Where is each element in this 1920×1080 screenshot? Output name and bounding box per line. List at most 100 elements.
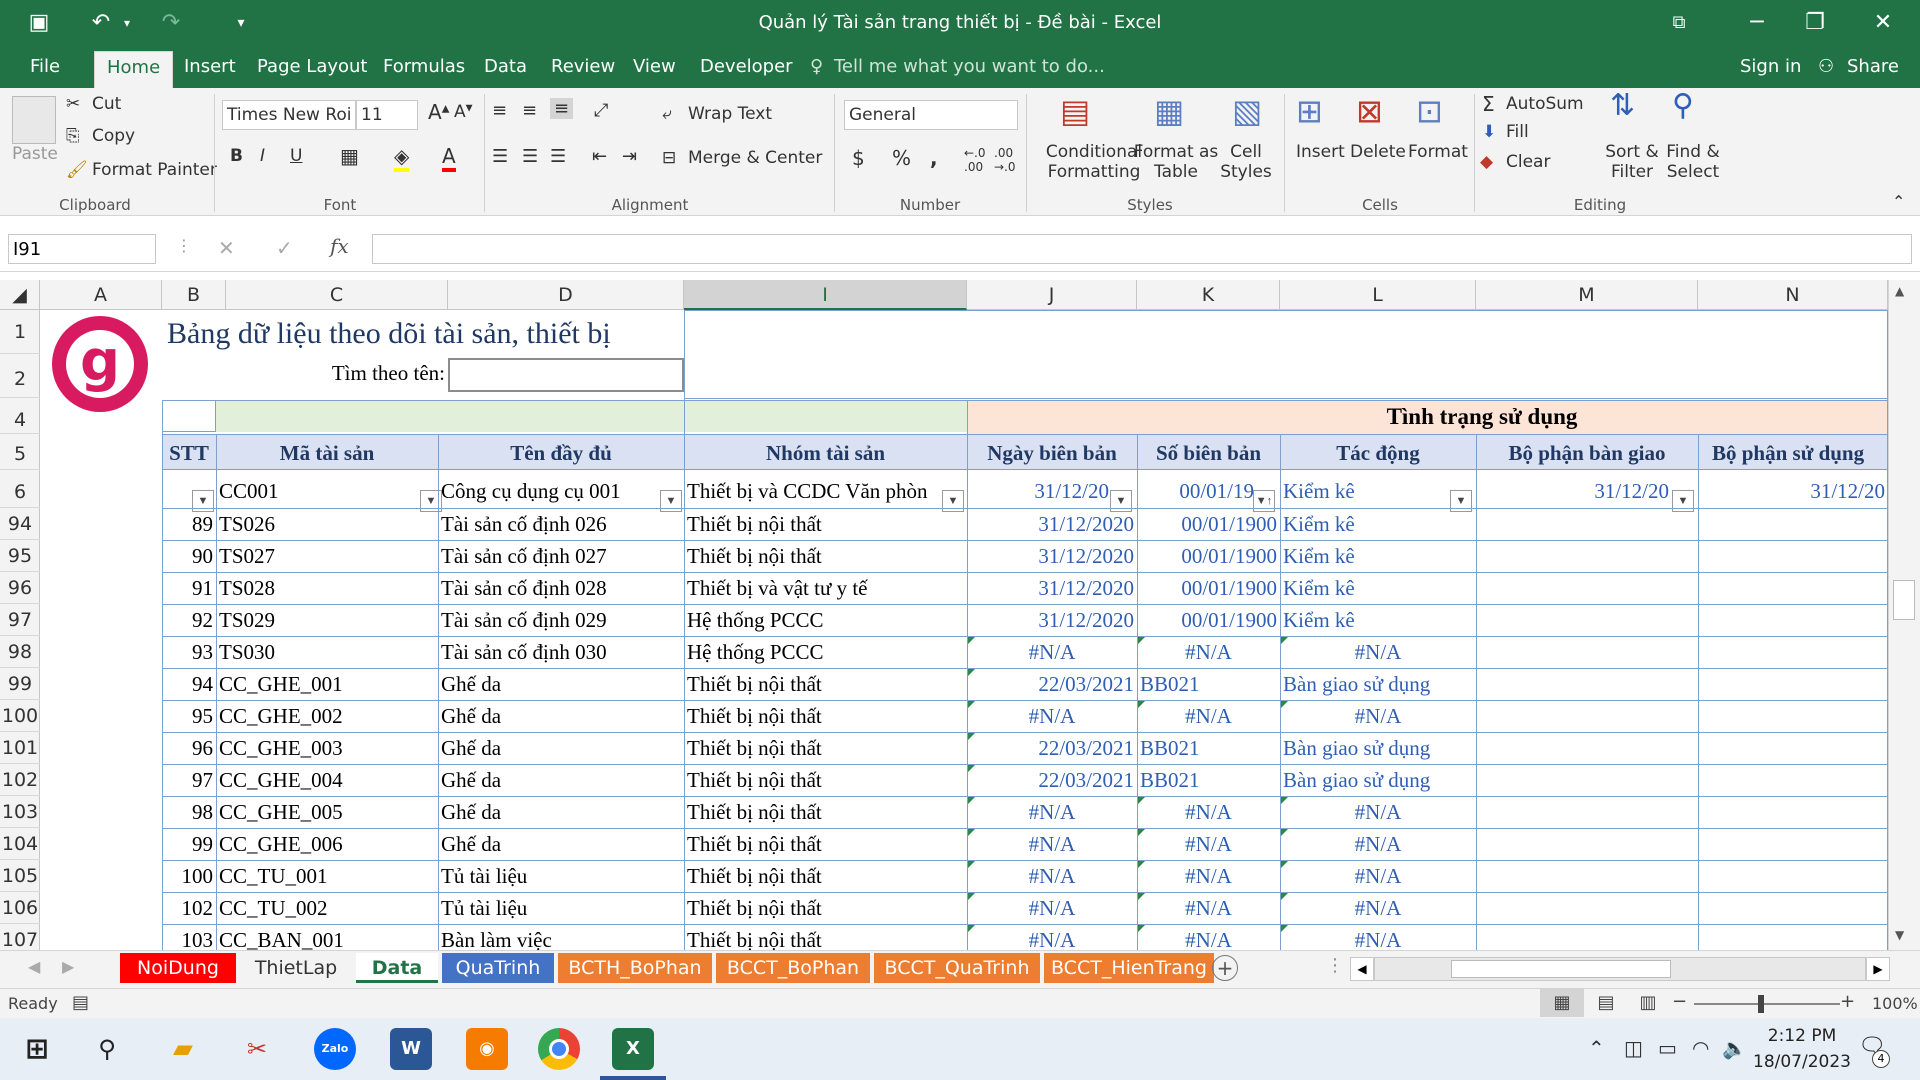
row-full-name[interactable]: Tài sản cố định 028 — [438, 573, 684, 603]
row-stt[interactable]: 96 — [162, 733, 216, 763]
row-full-name[interactable]: Ghế da — [438, 797, 684, 827]
share-button[interactable]: Share — [1847, 56, 1899, 77]
format-as-table-icon[interactable]: ▦ — [1154, 92, 1184, 130]
row-asset-code[interactable]: CC_GHE_006 — [216, 829, 438, 859]
column-header[interactable]: C — [226, 280, 448, 310]
tab-page-layout[interactable]: Page Layout — [257, 56, 368, 77]
row-asset-group[interactable]: Thiết bị nội thất — [684, 669, 967, 699]
row-action[interactable]: Bàn giao sử dụng — [1280, 733, 1476, 763]
row-action[interactable]: #N/A — [1280, 861, 1476, 891]
page-break-view-icon[interactable]: ▥ — [1626, 989, 1670, 1017]
row-record-number[interactable]: #N/A — [1137, 925, 1280, 950]
autosum-button[interactable]: AutoSum — [1506, 94, 1584, 114]
row-header[interactable]: 95 — [0, 540, 40, 572]
ribbon-display-options-icon[interactable]: ⧉ — [1664, 8, 1694, 38]
meet-now-icon[interactable]: ◫ — [1624, 1036, 1643, 1060]
row-header[interactable]: 102 — [0, 764, 40, 796]
row-full-name[interactable]: Ghế da — [438, 829, 684, 859]
prev-sheet-icon[interactable]: ◀ — [28, 957, 40, 976]
row-stt[interactable]: 103 — [162, 925, 216, 950]
sheet-tab-bcct-quatrinh[interactable]: BCCT_QuaTrinh — [874, 953, 1040, 983]
row-asset-code[interactable]: TS027 — [216, 541, 438, 571]
row-header[interactable]: 1 — [0, 310, 40, 354]
row-full-name[interactable]: Tài sản cố định 029 — [438, 605, 684, 635]
column-header[interactable]: I — [684, 280, 967, 310]
clear-button[interactable]: Clear — [1506, 152, 1550, 172]
sort-filter-icon[interactable]: ⇅ — [1610, 88, 1635, 123]
cell-styles-button[interactable]: Cell Styles — [1216, 142, 1276, 182]
next-sheet-icon[interactable]: ▶ — [62, 957, 74, 976]
row-asset-code[interactable]: CC_GHE_002 — [216, 701, 438, 731]
align-top-icon[interactable]: ≡ — [492, 100, 507, 121]
autosum-icon[interactable]: Σ — [1482, 92, 1495, 116]
row-asset-group[interactable]: Thiết bị nội thất — [684, 925, 967, 950]
sheet-tab-bcct-bophan[interactable]: BCCT_BoPhan — [716, 953, 870, 983]
name-box[interactable]: I91 — [8, 234, 156, 264]
find-select-icon[interactable]: ⚲ — [1672, 88, 1694, 123]
select-all-corner[interactable]: ◢ — [0, 280, 40, 310]
column-header[interactable]: M — [1476, 280, 1698, 310]
scroll-thumb[interactable] — [1893, 580, 1915, 620]
row-record-date[interactable]: 22/03/2021 — [967, 669, 1137, 699]
normal-view-icon[interactable]: ▦ — [1540, 989, 1584, 1017]
row-stt[interactable]: 94 — [162, 669, 216, 699]
row-record-number[interactable]: 00/01/1900 — [1137, 541, 1280, 571]
row-record-number[interactable]: BB021 — [1137, 765, 1280, 795]
row-asset-group[interactable]: Thiết bị nội thất — [684, 733, 967, 763]
sheet-tab-thietlap[interactable]: ThietLap — [240, 953, 352, 983]
insert-cells-button[interactable]: Insert — [1296, 142, 1345, 162]
row-action[interactable]: Kiểm kê — [1280, 509, 1476, 539]
sheet-tab-noidung[interactable]: NoiDung — [120, 953, 236, 983]
wrap-text-button[interactable]: Wrap Text — [688, 104, 772, 124]
row-full-name[interactable]: Ghế da — [438, 733, 684, 763]
row-header[interactable]: 94 — [0, 508, 40, 540]
row-asset-group[interactable]: Hệ thống PCCC — [684, 637, 967, 667]
row-full-name[interactable]: Ghế da — [438, 669, 684, 699]
format-cells-button[interactable]: Format — [1408, 142, 1468, 162]
zoom-slider-thumb[interactable] — [1758, 995, 1764, 1013]
merge-center-button[interactable]: Merge & Center — [688, 148, 822, 168]
zoom-level[interactable]: 100% — [1872, 994, 1918, 1013]
row-record-number[interactable]: 00/01/1900 — [1137, 605, 1280, 635]
row-action[interactable]: #N/A — [1280, 893, 1476, 923]
row-header[interactable]: 98 — [0, 636, 40, 668]
row-record-number[interactable]: BB021 — [1137, 669, 1280, 699]
row-full-name[interactable]: Tủ tài liệu — [438, 893, 684, 923]
row-full-name[interactable]: Ghế da — [438, 701, 684, 731]
row-record-date[interactable]: #N/A — [967, 701, 1137, 731]
maximize-icon[interactable]: ❐ — [1800, 8, 1830, 38]
vertical-scrollbar[interactable]: ▲ ▼ — [1888, 280, 1920, 950]
row-action[interactable]: Kiểm kê — [1280, 541, 1476, 571]
show-hidden-icons-icon[interactable]: ⌃ — [1588, 1036, 1605, 1060]
row-action[interactable]: #N/A — [1280, 829, 1476, 859]
row-asset-code[interactable]: CC_GHE_004 — [216, 765, 438, 795]
font-name-box[interactable]: Times New Roi — [222, 100, 356, 130]
row-header[interactable]: 99 — [0, 668, 40, 700]
sign-in-link[interactable]: Sign in — [1740, 56, 1801, 77]
row-header[interactable]: 100 — [0, 700, 40, 732]
row-record-number[interactable]: BB021 — [1137, 733, 1280, 763]
row-stt[interactable]: 90 — [162, 541, 216, 571]
tab-file[interactable]: File — [30, 56, 60, 77]
horizontal-scrollbar[interactable] — [1374, 957, 1866, 981]
row-header[interactable]: 103 — [0, 796, 40, 828]
grow-font-icon[interactable]: A▲ — [428, 100, 449, 124]
row-asset-code[interactable]: TS028 — [216, 573, 438, 603]
snipping-tool-icon[interactable]: ✂ — [236, 1028, 278, 1070]
row-asset-group[interactable]: Thiết bị nội thất — [684, 829, 967, 859]
scroll-up-icon[interactable]: ▲ — [1895, 284, 1904, 298]
column-header[interactable]: D — [448, 280, 684, 310]
row-full-name[interactable]: Ghế da — [438, 765, 684, 795]
row-header[interactable]: 6 — [0, 470, 40, 508]
fill-button[interactable]: Fill — [1506, 122, 1529, 142]
hscroll-right-icon[interactable]: ▶ — [1866, 957, 1890, 981]
pdf-app-icon[interactable]: ◉ — [466, 1028, 508, 1070]
row-asset-code[interactable]: CC_TU_002 — [216, 893, 438, 923]
macro-recording-icon[interactable]: ▤ — [72, 992, 89, 1013]
tab-review[interactable]: Review — [551, 56, 615, 77]
wifi-icon[interactable]: ◠ — [1692, 1036, 1709, 1060]
zoom-out-icon[interactable]: − — [1672, 991, 1687, 1012]
row-asset-group[interactable]: Thiết bị nội thất — [684, 893, 967, 923]
paste-icon[interactable] — [12, 96, 56, 144]
row-stt[interactable]: 93 — [162, 637, 216, 667]
